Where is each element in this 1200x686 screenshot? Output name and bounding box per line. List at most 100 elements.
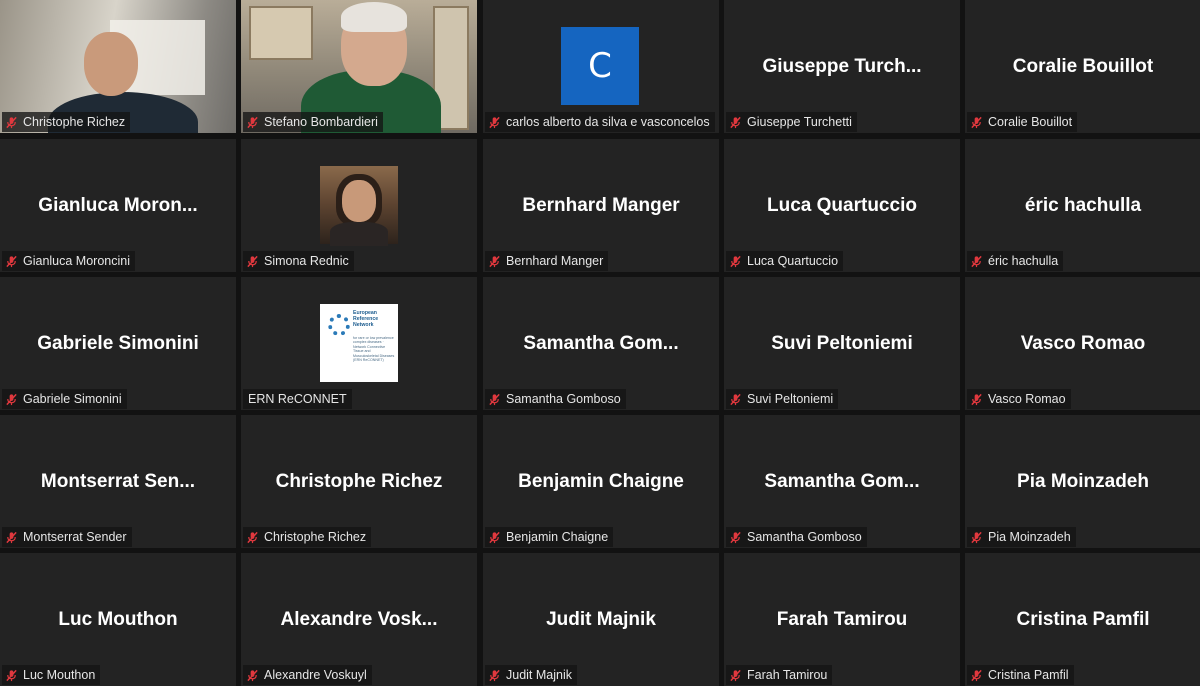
participant-name-text: Stefano Bombardieri: [264, 115, 378, 129]
participant-display-name: Montserrat Sen...: [40, 470, 196, 492]
participant-name-text: Samantha Gomboso: [506, 392, 621, 406]
participant-tile-giuseppe-turchetti[interactable]: Giuseppe Turch... Giuseppe Turchetti: [724, 0, 960, 133]
participant-name-label: Bernhard Manger: [485, 251, 609, 271]
participant-name-text: Simona Rednic: [264, 254, 349, 268]
participant-display-name: Suvi Peltoniemi: [771, 332, 913, 354]
microphone-muted-icon: [247, 116, 258, 128]
participant-video-face: [84, 32, 138, 96]
participant-tile-bernhard-manger[interactable]: Bernhard Manger Bernhard Manger: [483, 139, 719, 272]
participant-name-text: Pia Moinzadeh: [988, 530, 1071, 544]
participant-tile-benjamin-chaigne[interactable]: Benjamin Chaigne Benjamin Chaigne: [483, 415, 719, 548]
participant-display-name: Cristina Pamfil: [1016, 608, 1150, 630]
participant-tile-simona-rednic[interactable]: Simona Rednic: [241, 139, 477, 272]
participant-display-name: Luc Mouthon: [58, 608, 178, 630]
microphone-muted-icon: [6, 669, 17, 681]
microphone-muted-icon: [6, 393, 17, 405]
microphone-muted-icon: [730, 531, 741, 543]
avatar-initial: C: [561, 27, 639, 105]
participant-name-text: Giuseppe Turchetti: [747, 115, 852, 129]
participant-tile-judit-majnik[interactable]: Judit Majnik Judit Majnik: [483, 553, 719, 686]
participant-tile-ern-reconnet[interactable]: European Reference Network for rare or lo…: [241, 277, 477, 410]
participant-name-label: Simona Rednic: [243, 251, 354, 271]
microphone-muted-icon: [489, 531, 500, 543]
participant-name-label: éric hachulla: [967, 251, 1064, 271]
microphone-muted-icon: [489, 255, 500, 267]
participant-name-label: Coralie Bouillot: [967, 112, 1078, 132]
participant-name-text: Bernhard Manger: [506, 254, 604, 268]
ern-logo-title: European Reference Network: [353, 310, 379, 328]
participant-display-name: Luca Quartuccio: [767, 194, 917, 216]
participant-tile-vasco-romao[interactable]: Vasco Romao Vasco Romao: [965, 277, 1200, 410]
microphone-muted-icon: [489, 393, 500, 405]
participant-name-text: Luc Mouthon: [23, 668, 96, 682]
participant-name-text: Judit Majnik: [506, 668, 572, 682]
participant-tile-suvi-peltoniemi[interactable]: Suvi Peltoniemi Suvi Peltoniemi: [724, 277, 960, 410]
microphone-muted-icon: [971, 255, 982, 267]
microphone-muted-icon: [730, 669, 741, 681]
microphone-muted-icon: [730, 255, 741, 267]
avatar-photo: [320, 166, 398, 246]
participant-tile-carlos-alberto-da-silva-e-vasconcelos[interactable]: Ccarlos alberto da silva e vasconcelos: [483, 0, 719, 133]
background-picture: [249, 6, 313, 60]
microphone-muted-icon: [6, 255, 17, 267]
participant-display-name: Farah Tamirou: [776, 608, 908, 630]
participant-name-label: Samantha Gomboso: [485, 389, 626, 409]
participant-tile-luca-quartuccio[interactable]: Luca Quartuccio Luca Quartuccio: [724, 139, 960, 272]
participant-tile-stefano-bombardieri[interactable]: Stefano Bombardieri: [241, 0, 477, 133]
participant-name-label: Judit Majnik: [485, 665, 577, 685]
participant-name-text: Christophe Richez: [264, 530, 367, 544]
microphone-muted-icon: [971, 531, 982, 543]
participant-name-text: Gabriele Simonini: [23, 392, 122, 406]
participant-name-label: Gabriele Simonini: [2, 389, 127, 409]
participant-tile-samantha-gomboso[interactable]: Samantha Gom... Samantha Gomboso: [483, 277, 719, 410]
participant-display-name: Coralie Bouillot: [1012, 55, 1154, 77]
participant-name-label: Vasco Romao: [967, 389, 1071, 409]
participant-display-name: Samantha Gom...: [764, 470, 920, 492]
participant-display-name: Gianluca Moron...: [38, 194, 198, 216]
participant-name-text: Cristina Pamfil: [988, 668, 1069, 682]
participant-name-label: Giuseppe Turchetti: [726, 112, 857, 132]
participant-name-label: Gianluca Moroncini: [2, 251, 135, 271]
participant-name-text: Suvi Peltoniemi: [747, 392, 834, 406]
participant-tile-gianluca-moroncini[interactable]: Gianluca Moron... Gianluca Moroncini: [0, 139, 236, 272]
microphone-muted-icon: [971, 116, 982, 128]
participant-display-name: Bernhard Manger: [522, 194, 680, 216]
participant-name-label: ERN ReCONNET: [243, 389, 352, 409]
participant-tile-coralie-bouillot[interactable]: Coralie Bouillot Coralie Bouillot: [965, 0, 1200, 133]
participant-display-name: Pia Moinzadeh: [1017, 470, 1149, 492]
video-gallery-grid: Christophe Richez Stefano Bombardieri Ccar…: [0, 0, 1200, 686]
participant-tile-christophe-richez[interactable]: Christophe Richez Christophe Richez: [241, 415, 477, 548]
participant-display-name: Judit Majnik: [546, 608, 656, 630]
participant-tile-luc-mouthon[interactable]: Luc Mouthon Luc Mouthon: [0, 553, 236, 686]
microphone-muted-icon: [971, 669, 982, 681]
participant-name-text: Christophe Richez: [23, 115, 126, 129]
participant-name-label: Christophe Richez: [243, 527, 372, 547]
microphone-muted-icon: [489, 669, 500, 681]
participant-display-name: Gabriele Simonini: [37, 332, 199, 354]
participant-video-hair: [341, 2, 407, 32]
microphone-muted-icon: [6, 531, 17, 543]
participant-display-name: Christophe Richez: [275, 470, 443, 492]
participant-name-text: Benjamin Chaigne: [506, 530, 609, 544]
participant-name-text: Farah Tamirou: [747, 668, 828, 682]
participant-display-name: Vasco Romao: [1020, 332, 1146, 354]
participant-name-label: Stefano Bombardieri: [243, 112, 383, 132]
participant-tile-farah-tamirou[interactable]: Farah Tamirou Farah Tamirou: [724, 553, 960, 686]
participant-tile-cristina-pamfil[interactable]: Cristina Pamfil Cristina Pamfil: [965, 553, 1200, 686]
participant-display-name: éric hachulla: [1024, 194, 1142, 216]
participant-tile-eric-hachulla[interactable]: éric hachulla éric hachulla: [965, 139, 1200, 272]
participant-tile-gabriele-simonini[interactable]: Gabriele Simonini Gabriele Simonini: [0, 277, 236, 410]
participant-name-text: carlos alberto da silva e vasconcelos: [506, 115, 710, 129]
participant-tile-montserrat-sender[interactable]: Montserrat Sen... Montserrat Sender: [0, 415, 236, 548]
participant-name-label: Suvi Peltoniemi: [726, 389, 839, 409]
participant-tile-christophe-richez[interactable]: Christophe Richez: [0, 0, 236, 133]
participant-tile-samantha-gomboso[interactable]: Samantha Gom... Samantha Gomboso: [724, 415, 960, 548]
ern-logo-image: European Reference Network for rare or lo…: [320, 304, 398, 382]
participant-name-text: Vasco Romao: [988, 392, 1066, 406]
participant-tile-pia-moinzadeh[interactable]: Pia Moinzadeh Pia Moinzadeh: [965, 415, 1200, 548]
participant-name-label: Luca Quartuccio: [726, 251, 844, 271]
ern-logo-icon: [328, 314, 350, 336]
participant-tile-alexandre-voskuyl[interactable]: Alexandre Vosk... Alexandre Voskuyl: [241, 553, 477, 686]
participant-name-text: éric hachulla: [988, 254, 1059, 268]
participant-name-label: carlos alberto da silva e vasconcelos: [485, 112, 715, 132]
